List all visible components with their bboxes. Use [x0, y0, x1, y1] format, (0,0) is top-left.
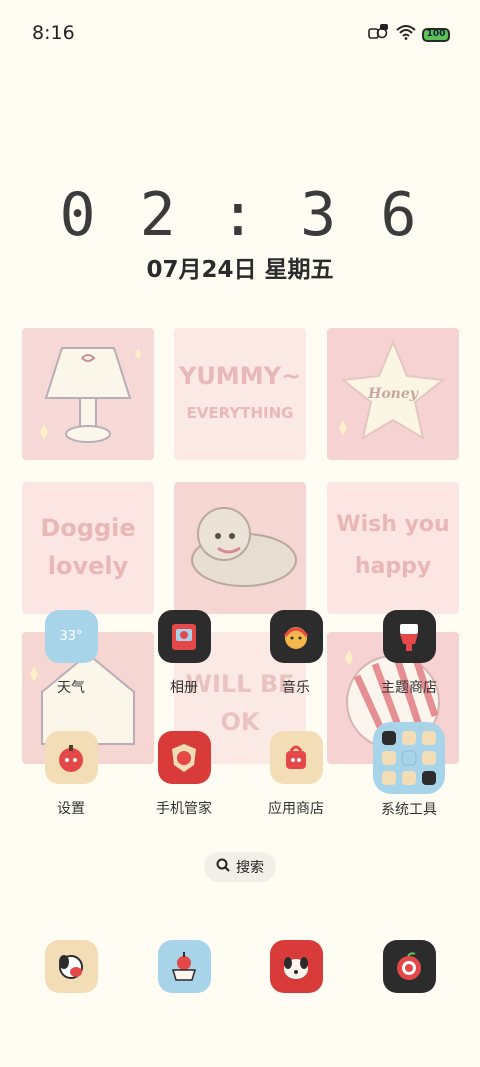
dock-messages[interactable] — [129, 940, 239, 993]
messages-icon — [157, 940, 211, 993]
wallpaper-tile-lamp — [22, 328, 154, 460]
clock-widget-time[interactable]: 0 2 : 3 6 — [0, 180, 480, 250]
system-tools-folder-icon — [373, 722, 445, 794]
app-label-weather: 天气 — [57, 680, 85, 696]
app-theme-store[interactable]: 主题商店 — [354, 610, 464, 697]
search-icon — [216, 858, 230, 876]
app-label-gallery: 相册 — [170, 680, 198, 696]
app-phone-manager[interactable]: 手机管家 — [129, 731, 239, 818]
dock-browser[interactable] — [241, 940, 351, 993]
dog-illustration-icon — [191, 507, 297, 587]
camera-icon — [382, 940, 436, 993]
phone-icon — [44, 940, 98, 993]
status-icons: 100 — [368, 24, 450, 45]
search-button[interactable]: 搜索 — [204, 852, 276, 882]
browser-icon — [269, 940, 323, 993]
app-label-phone-manager: 手机管家 — [156, 801, 212, 817]
app-label-settings: 设置 — [57, 801, 85, 817]
app-settings[interactable]: 设置 — [16, 731, 126, 818]
app-store-icon — [269, 731, 323, 784]
clock-widget-date: 07月24日 星期五 — [146, 257, 334, 283]
battery-icon: 100 — [422, 27, 450, 42]
dock-camera[interactable] — [354, 940, 464, 993]
wifi-icon — [396, 24, 416, 45]
app-label-music: 音乐 — [282, 680, 310, 696]
wallpaper-tile-wish: Wish you happy — [327, 482, 459, 614]
status-time: 8:16 — [32, 22, 75, 44]
wallpaper-tile-dog — [174, 482, 306, 614]
search-label: 搜索 — [236, 860, 264, 876]
app-label-theme-store: 主题商店 — [381, 680, 437, 696]
app-label-system-tools: 系统工具 — [381, 802, 437, 818]
phone-manager-icon — [157, 731, 211, 784]
wallpaper-tile-yummy: YUMMY~ EVERYTHING — [174, 328, 306, 460]
lamp-icon — [40, 347, 141, 443]
wallpaper-tile-honey: Honey — [327, 328, 459, 460]
app-label-app-store: 应用商店 — [268, 801, 324, 817]
dock-phone[interactable] — [16, 940, 126, 993]
gallery-icon — [157, 610, 211, 663]
wallpaper-tile-doggie: Doggie lovely — [22, 482, 154, 614]
status-bar: 8:16 100 — [0, 0, 480, 68]
app-music[interactable]: 音乐 — [241, 610, 351, 697]
network-activity-icon — [368, 24, 390, 45]
app-system-tools-folder[interactable]: 系统工具 — [354, 722, 464, 819]
weather-icon: 33° — [44, 610, 98, 663]
music-icon — [269, 610, 323, 663]
settings-icon — [44, 731, 98, 784]
theme-store-icon — [382, 610, 436, 663]
app-gallery[interactable]: 相册 — [129, 610, 239, 697]
app-app-store[interactable]: 应用商店 — [241, 731, 351, 818]
app-weather[interactable]: 33° 天气 — [16, 610, 126, 697]
